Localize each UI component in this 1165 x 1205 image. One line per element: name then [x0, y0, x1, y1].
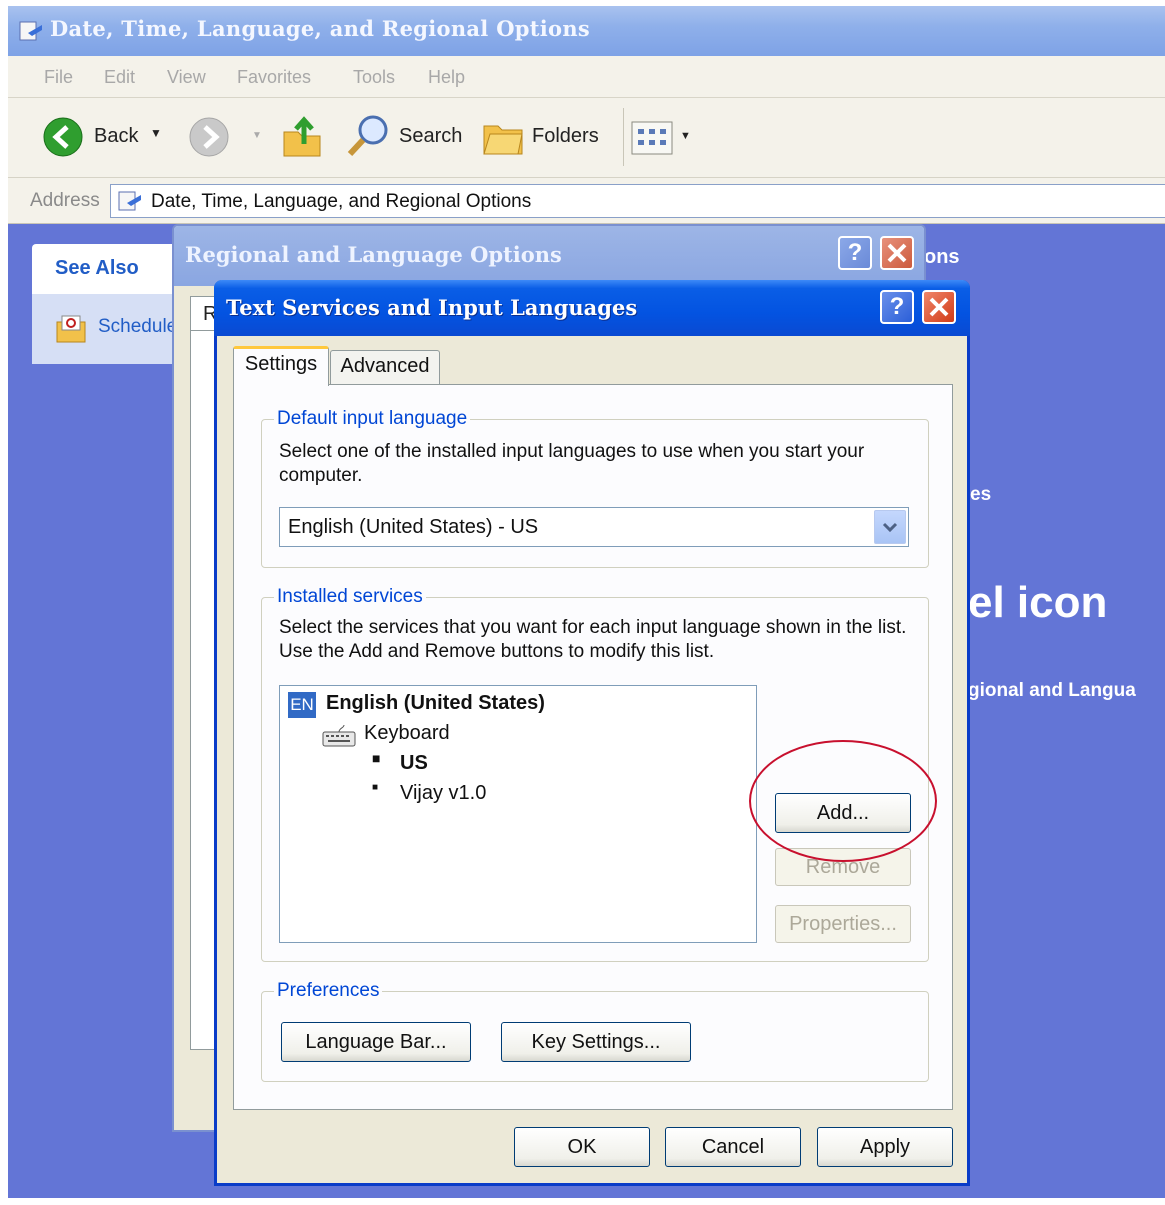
toolbar: Back ▼ ▼ Search Folders ▼ [8, 98, 1165, 178]
explorer-title: Date, Time, Language, and Regional Optio… [50, 16, 591, 41]
preferences-legend: Preferences [277, 980, 380, 1001]
forward-arrow-icon[interactable] [188, 116, 230, 158]
back-dropdown-icon[interactable]: ▼ [150, 126, 162, 140]
text-services-dialog: Text Services and Input Languages ? Sett… [214, 280, 970, 1186]
tab-settings[interactable]: Settings [233, 346, 329, 386]
folders-label: Folders [532, 125, 599, 147]
background-heading-fragment: es [970, 484, 992, 505]
address-value: Date, Time, Language, and Regional Optio… [151, 191, 532, 212]
tab-advanced-label: Advanced [340, 355, 430, 377]
forward-dropdown-icon: ▼ [252, 130, 262, 141]
search-icon [347, 115, 388, 157]
search-button[interactable]: Search [345, 112, 463, 160]
address-control-panel-icon [118, 191, 141, 211]
default-input-language-value: English (United States) - US [288, 516, 539, 538]
back-label: Back [94, 125, 139, 147]
address-bar: Address Date, Time, Language, and Region… [8, 178, 1165, 224]
language-bar-button-label: Language Bar... [305, 1031, 447, 1053]
ok-button[interactable]: OK [514, 1127, 650, 1167]
close-icon [887, 243, 907, 263]
installed-services-legend: Installed services [277, 586, 423, 607]
up-folder-icon[interactable] [280, 114, 324, 160]
chevron-down-icon[interactable] [874, 510, 906, 544]
toolbar-separator [623, 108, 624, 166]
regional-dialog-title-bar: Regional and Language Options ? [174, 226, 924, 286]
views-button[interactable]: ▼ [630, 120, 700, 156]
regional-close-button[interactable] [880, 236, 914, 270]
tab-settings-label: Settings [244, 353, 318, 375]
properties-button[interactable]: Properties... [775, 905, 911, 943]
help-button[interactable]: ? [880, 290, 914, 324]
keyboard-icon [322, 724, 356, 747]
menu-file[interactable]: File [44, 67, 73, 88]
folders-icon [483, 125, 523, 155]
background-panel-icon-heading: el icon [968, 578, 1108, 627]
back-button[interactable]: Back ▼ [40, 114, 164, 160]
cancel-button-label: Cancel [701, 1136, 765, 1158]
text-services-title: Text Services and Input Languages [226, 295, 638, 320]
apply-button[interactable]: Apply [817, 1127, 953, 1167]
menu-favorites[interactable]: Favorites [237, 67, 311, 88]
back-arrow-icon [43, 117, 83, 157]
tab-advanced[interactable]: Advanced [330, 350, 440, 386]
properties-button-label: Properties... [789, 913, 897, 935]
bullet-icon: ■ [372, 750, 381, 766]
language-bar-button[interactable]: Language Bar... [281, 1022, 471, 1062]
see-also-header[interactable]: See Also [32, 244, 187, 294]
see-also-scheduled-tasks-link[interactable]: Schedule [98, 316, 177, 338]
default-input-language-description: Select one of the installed input langua… [279, 441, 865, 486]
close-button[interactable] [922, 290, 956, 324]
list-item-language[interactable]: English (United States) [326, 692, 545, 715]
menu-tools[interactable]: Tools [353, 67, 395, 88]
address-label: Address [30, 190, 100, 211]
control-panel-icon [19, 21, 42, 41]
list-item-layout-vijay[interactable]: Vijay v1.0 [400, 782, 486, 805]
scheduled-tasks-icon [56, 315, 86, 343]
list-item-keyboard[interactable]: Keyboard [364, 722, 450, 745]
annotation-ellipse [749, 740, 937, 862]
cancel-button[interactable]: Cancel [665, 1127, 801, 1167]
see-also-heading: See Also [55, 257, 139, 279]
background-title-fragment: ons [924, 246, 960, 268]
menu-edit[interactable]: Edit [104, 67, 135, 88]
text-services-title-bar: Text Services and Input Languages ? [214, 280, 970, 336]
default-input-language-select[interactable]: English (United States) - US [279, 507, 909, 547]
default-input-language-legend: Default input language [277, 408, 468, 429]
menu-view[interactable]: View [167, 67, 206, 88]
explorer-title-bar: Date, Time, Language, and Regional Optio… [8, 6, 1165, 56]
ok-button-label: OK [567, 1136, 597, 1158]
key-settings-button[interactable]: Key Settings... [501, 1022, 691, 1062]
apply-button-label: Apply [859, 1136, 911, 1158]
search-label: Search [399, 125, 463, 147]
installed-services-description: Select the services that you want for ea… [279, 617, 907, 662]
language-badge: EN [288, 692, 316, 718]
address-field[interactable]: Date, Time, Language, and Regional Optio… [110, 184, 1165, 218]
menu-help[interactable]: Help [428, 67, 465, 88]
background-regional-link[interactable]: gional and Langua [968, 680, 1136, 702]
regional-help-button[interactable]: ? [838, 236, 872, 270]
close-icon [929, 297, 949, 317]
installed-services-list[interactable]: EN English (United States) Keyboard ■ US… [279, 685, 757, 943]
views-dropdown-icon: ▼ [680, 130, 691, 142]
list-item-layout-us[interactable]: US [400, 752, 428, 775]
views-icon [631, 121, 673, 155]
regional-dialog-title: Regional and Language Options [185, 242, 562, 267]
menu-bar: File Edit View Favorites Tools Help [8, 56, 1165, 98]
folders-button[interactable]: Folders [482, 112, 606, 160]
bullet-icon: ■ [372, 782, 379, 793]
key-settings-button-label: Key Settings... [531, 1031, 661, 1053]
see-also-panel: Schedule [32, 294, 187, 364]
